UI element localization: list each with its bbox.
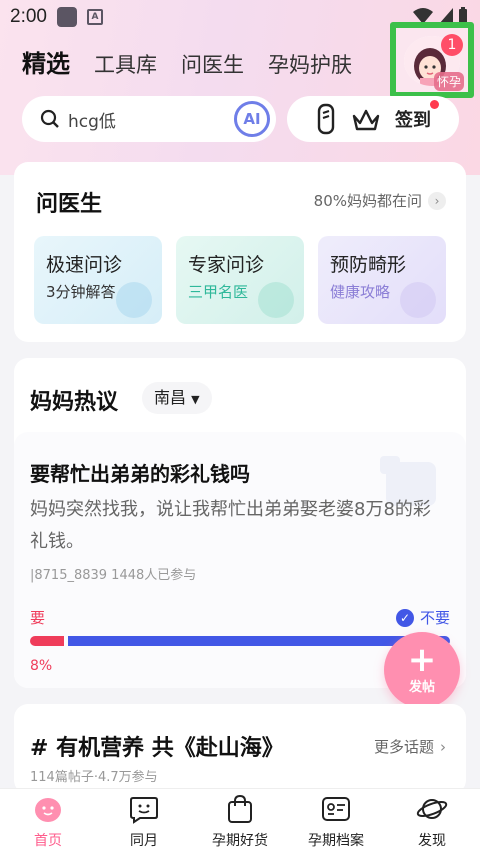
topic-meta: |8715_8839 1448人已参与 bbox=[30, 568, 197, 583]
nav-same-month[interactable]: 同月 bbox=[99, 794, 189, 850]
tile-prevent-defects-title: 预防畸形 bbox=[330, 254, 407, 276]
check-icon: ✓ bbox=[395, 608, 414, 627]
tab-featured[interactable]: 精选 bbox=[22, 44, 70, 79]
search-icon bbox=[40, 109, 59, 128]
notification-badge: 1 bbox=[441, 34, 463, 56]
nav-pregnancy-records-label: 孕期档案 bbox=[308, 832, 364, 849]
avatar-button[interactable]: 1 怀孕 bbox=[390, 22, 474, 98]
chevron-right-icon: › bbox=[428, 191, 446, 210]
signin-label: 签到 bbox=[395, 110, 431, 131]
profile-card-icon bbox=[322, 796, 350, 821]
vote-bar-yes bbox=[30, 636, 64, 646]
vote-yes-percent: 8% bbox=[30, 658, 53, 674]
planet-icon bbox=[416, 798, 448, 819]
quick-tools: 签到 bbox=[287, 96, 459, 142]
tile-prevent-defects[interactable]: 预防畸形 健康攻略 bbox=[318, 236, 446, 324]
tile-expert-consult-title: 专家问诊 bbox=[188, 254, 265, 276]
nav-discover-label: 发现 bbox=[418, 832, 446, 849]
app-notification-icon: A bbox=[86, 9, 103, 25]
tab-ask-doctor[interactable]: 问医生 bbox=[181, 49, 244, 79]
ask-doctor-title: 问医生 bbox=[36, 192, 103, 217]
top-tabs: 精选 工具库 问医生 孕妈护肤 bbox=[22, 44, 352, 79]
pregnant-figure-icon bbox=[400, 282, 436, 318]
tab-skincare[interactable]: 孕妈护肤 bbox=[268, 49, 352, 79]
nav-pregnancy-goods-label: 孕期好货 bbox=[212, 832, 268, 849]
home-icon bbox=[35, 797, 61, 822]
nav-discover[interactable]: 发现 bbox=[387, 794, 477, 850]
topic-title: 要帮忙出弟弟的彩礼钱吗 bbox=[30, 462, 250, 486]
city-label: 南昌 bbox=[154, 388, 187, 407]
mom-discussion-card: 妈妈热议 南昌 ▼ 要帮忙出弟弟的彩礼钱吗 妈妈突然找我，说让我帮忙出弟弟娶老婆… bbox=[14, 358, 466, 688]
tile-quick-consult-title: 极速问诊 bbox=[46, 254, 123, 276]
ask-doctor-more-link[interactable]: 80%妈妈都在问 › bbox=[314, 190, 446, 211]
vote-no-option[interactable]: ✓ 不要 bbox=[395, 607, 450, 628]
hashtag-card[interactable]: # 有机营养 共《赴山海》 更多话题 › 114篇帖子·4.7万参与 bbox=[14, 704, 466, 794]
caret-down-icon: ▼ bbox=[191, 393, 200, 406]
city-selector[interactable]: 南昌 ▼ bbox=[142, 382, 212, 414]
nav-home-label: 首页 bbox=[34, 832, 62, 849]
nav-same-month-label: 同月 bbox=[130, 832, 158, 849]
shopping-bag-icon bbox=[228, 794, 252, 823]
ask-doctor-more-label: 80%妈妈都在问 bbox=[313, 192, 422, 210]
search-query: hcg低 bbox=[68, 111, 116, 132]
create-post-label: 发帖 bbox=[408, 680, 435, 695]
signin-button[interactable]: 签到 bbox=[395, 100, 439, 132]
lightning-icon bbox=[116, 282, 152, 318]
tile-expert-consult[interactable]: 专家问诊 三甲名医 bbox=[176, 236, 304, 324]
ask-doctor-card: 问医生 80%妈妈都在问 › 极速问诊 3分钟解答 专家问诊 三甲名医 预防畸形… bbox=[14, 162, 466, 342]
hashtag-title: # 有机营养 共《赴山海》 bbox=[30, 736, 284, 761]
tab-tools[interactable]: 工具库 bbox=[94, 49, 157, 79]
ai-assistant-button[interactable]: AI bbox=[234, 101, 270, 137]
plus-icon: + bbox=[407, 640, 437, 680]
smiley-chat-icon bbox=[130, 796, 158, 824]
bottom-nav: 首页 同月 孕期好货 孕期档案 发现 bbox=[0, 788, 480, 854]
crown-icon[interactable] bbox=[351, 106, 381, 132]
more-topics-link[interactable]: 更多话题 › bbox=[374, 736, 446, 757]
fetal-monitor-icon[interactable] bbox=[315, 103, 337, 135]
topic-body: 妈妈突然找我，说让我帮忙出弟弟娶老婆8万8的彩礼钱。 bbox=[30, 499, 431, 552]
notification-icon bbox=[56, 7, 77, 27]
more-topics-label: 更多话题 bbox=[373, 738, 434, 756]
search-bar[interactable]: hcg低 AI bbox=[22, 96, 276, 142]
nav-home[interactable]: 首页 bbox=[3, 794, 93, 850]
vote-no-label: 不要 bbox=[419, 609, 450, 627]
status-time: 2:00 bbox=[10, 6, 47, 27]
signin-red-dot bbox=[430, 100, 439, 109]
mom-discussion-title: 妈妈热议 bbox=[30, 390, 119, 415]
chevron-right-icon: › bbox=[440, 737, 446, 756]
pregnancy-tag: 怀孕 bbox=[434, 72, 465, 91]
create-post-button[interactable]: + 发帖 bbox=[384, 632, 460, 708]
doctor-icon bbox=[258, 282, 294, 318]
nav-pregnancy-records[interactable]: 孕期档案 bbox=[291, 794, 381, 850]
nav-pregnancy-goods[interactable]: 孕期好货 bbox=[195, 794, 285, 850]
vote-yes-option[interactable]: 要 bbox=[30, 607, 45, 628]
tile-quick-consult[interactable]: 极速问诊 3分钟解答 bbox=[34, 236, 162, 324]
hashtag-meta: 114篇帖子·4.7万参与 bbox=[30, 770, 158, 785]
